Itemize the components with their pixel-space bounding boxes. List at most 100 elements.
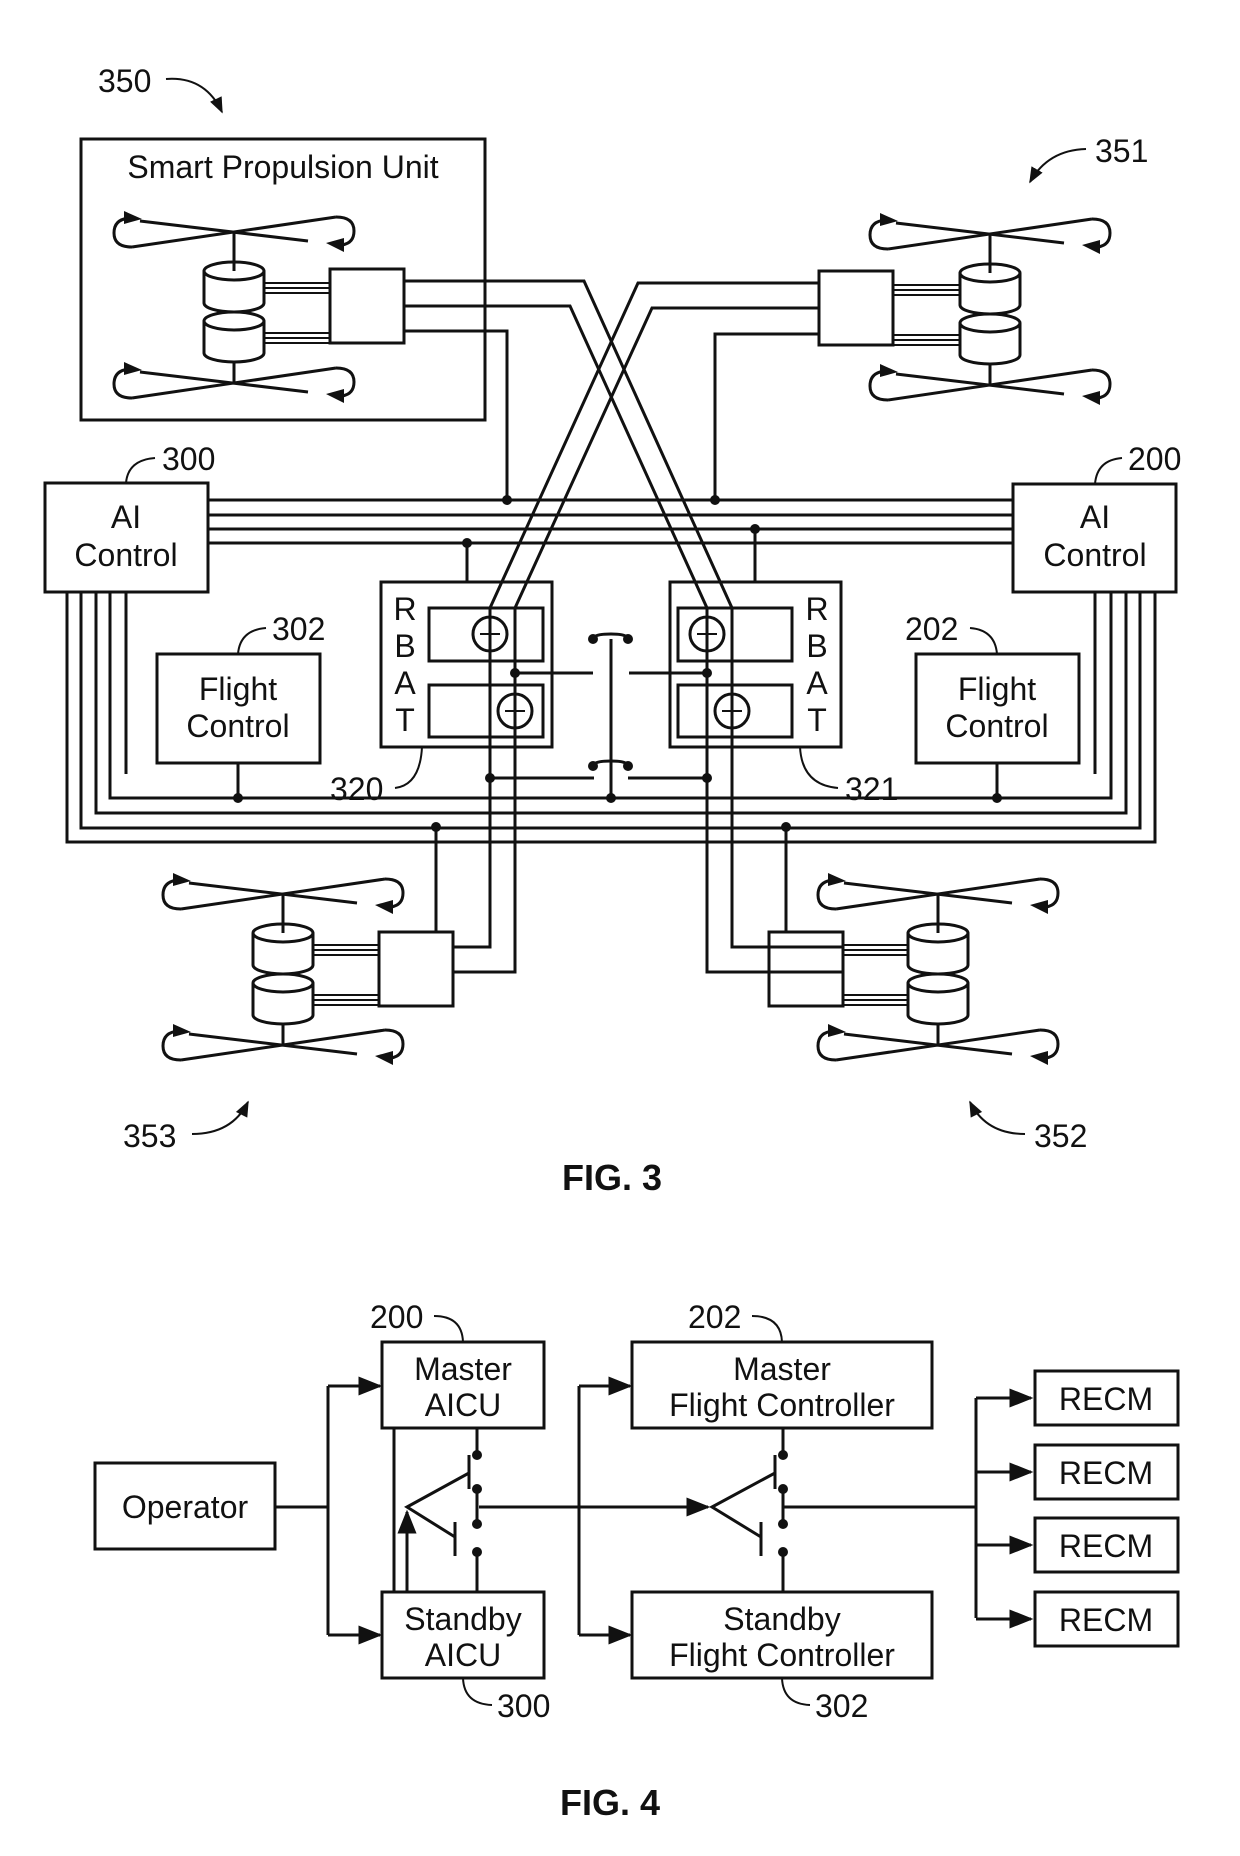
- propulsion-unit-353: [161, 873, 455, 1065]
- switch-contact: [472, 1484, 482, 1494]
- ai-control-left-line1: AI: [111, 499, 141, 535]
- rotation-arrow-icon: [880, 213, 898, 226]
- recm-label: RECM: [1059, 1455, 1153, 1491]
- ref-353: 353: [123, 1118, 176, 1154]
- standby-fc-line1: Standby: [723, 1601, 840, 1637]
- switch-contact: [472, 1547, 482, 1557]
- junction-dot: [502, 495, 512, 505]
- recm-module: RECM: [976, 1590, 1180, 1648]
- ref-300: 300: [162, 441, 215, 477]
- ref-300-fig4: 300: [497, 1688, 550, 1724]
- recm-group: RECM RECM RECM RECM: [976, 1369, 1180, 1648]
- propulsion-unit-352: [767, 873, 1060, 1065]
- upper-bus: [208, 498, 1013, 545]
- rotation-arrow-icon: [880, 364, 898, 377]
- recm-label: RECM: [1059, 1528, 1153, 1564]
- ai-control-right-line1: AI: [1080, 499, 1110, 535]
- ref-202: 202: [905, 611, 958, 647]
- flight-control-right-line2: Control: [945, 708, 1048, 744]
- switch-contact: [588, 761, 598, 771]
- motor-icon: [906, 972, 970, 1026]
- flight-control-left-line2: Control: [186, 708, 289, 744]
- rbat-letter-t: T: [395, 702, 415, 738]
- switch-contact: [472, 1450, 482, 1460]
- ref-320: 320: [330, 771, 383, 807]
- operator-label: Operator: [122, 1489, 249, 1525]
- rotation-arrow-icon: [1082, 240, 1100, 254]
- switch-contact: [623, 761, 633, 771]
- rotation-arrow-icon: [1030, 900, 1048, 914]
- recm-label: RECM: [1059, 1381, 1153, 1417]
- ref-302-fig4: 302: [815, 1688, 868, 1724]
- rotation-arrow-icon: [1082, 391, 1100, 405]
- standby-aicu-line1: Standby: [404, 1601, 521, 1637]
- master-fc-line2: Flight Controller: [669, 1387, 895, 1423]
- motor-icon: [958, 312, 1022, 366]
- smart-propulsion-unit-title: Smart Propulsion Unit: [127, 149, 438, 185]
- motor-controller-box: [377, 930, 455, 1008]
- switch-contact: [778, 1484, 788, 1494]
- junction-dot: [750, 524, 760, 534]
- ref-302-leader: [237, 627, 267, 655]
- junction-dot: [710, 495, 720, 505]
- junction-dot: [992, 793, 1002, 803]
- junction-dot: [233, 793, 243, 803]
- rbat-letter-r: R: [393, 591, 416, 627]
- switch-contact: [472, 1519, 482, 1529]
- motor-controller-box: [817, 269, 895, 347]
- rbat-320: R B A T: [379, 538, 554, 749]
- recm-module: RECM: [976, 1443, 1180, 1501]
- motor-controller-box: [328, 267, 406, 345]
- switch-contact: [778, 1547, 788, 1557]
- ai-control-right-line2: Control: [1043, 537, 1146, 573]
- master-fc-line1: Master: [733, 1351, 831, 1387]
- rotation-arrow-icon: [1030, 1051, 1048, 1065]
- rotation-arrow-icon: [173, 1024, 191, 1037]
- switch-contact: [778, 1450, 788, 1460]
- rotation-arrow-icon: [375, 900, 393, 914]
- ref-200-fig4: 200: [370, 1299, 423, 1335]
- ref-350: 350: [98, 63, 151, 99]
- ai-control-left-line2: Control: [74, 537, 177, 573]
- fc-changeover-switch: [708, 1428, 788, 1592]
- ref-200-leader: [1094, 457, 1123, 485]
- master-aicu-line1: Master: [414, 1351, 512, 1387]
- ref-321-leader: [799, 746, 839, 789]
- flight-control-left-line1: Flight: [199, 671, 277, 707]
- ref-202-fig4: 202: [688, 1299, 741, 1335]
- ref-353-arrow: [191, 1100, 249, 1135]
- standby-fc-line2: Flight Controller: [669, 1637, 895, 1673]
- fig4: Operator Master AICU 200 Standby AICU 30…: [93, 1299, 1180, 1823]
- junction-dot: [462, 538, 472, 548]
- ref-321: 321: [845, 771, 898, 807]
- motor-icon: [251, 972, 315, 1026]
- recm-module: RECM: [976, 1369, 1180, 1427]
- ref-302: 302: [272, 611, 325, 647]
- fig4-caption: FIG. 4: [560, 1782, 660, 1823]
- rotation-arrow-icon: [375, 1051, 393, 1065]
- ref-350-arrow: [165, 77, 223, 114]
- ref-352-arrow: [969, 1100, 1026, 1135]
- motor-controller-box: [767, 930, 845, 1008]
- patent-drawing: 350 Smart Propulsion Unit 351 353 352 AI…: [43, 63, 1181, 1823]
- rbat-letter-t: T: [807, 702, 827, 738]
- rbat-letter-b: B: [806, 628, 827, 664]
- switch-contact: [623, 634, 633, 644]
- ref-320-leader: [394, 746, 423, 789]
- ref-351-arrow: [1029, 148, 1087, 184]
- aicu-changeover-switch: [404, 1428, 482, 1592]
- rbat-letter-b: B: [394, 628, 415, 664]
- rotation-arrow-icon: [828, 873, 846, 886]
- battery-cell-lower: [427, 683, 545, 739]
- recm-label: RECM: [1059, 1602, 1153, 1638]
- rotation-arrow-icon: [828, 1024, 846, 1037]
- junction-dot: [606, 793, 616, 803]
- propulsion-unit-351: [817, 213, 1112, 405]
- rbat-321: R B A T: [668, 524, 843, 749]
- ref-202-leader: [969, 627, 998, 655]
- switch-contact: [588, 634, 598, 644]
- ref-300-leader: [125, 457, 156, 484]
- fig3-caption: FIG. 3: [562, 1157, 662, 1198]
- battery-cell-upper: [676, 606, 794, 663]
- ref-352: 352: [1034, 1118, 1087, 1154]
